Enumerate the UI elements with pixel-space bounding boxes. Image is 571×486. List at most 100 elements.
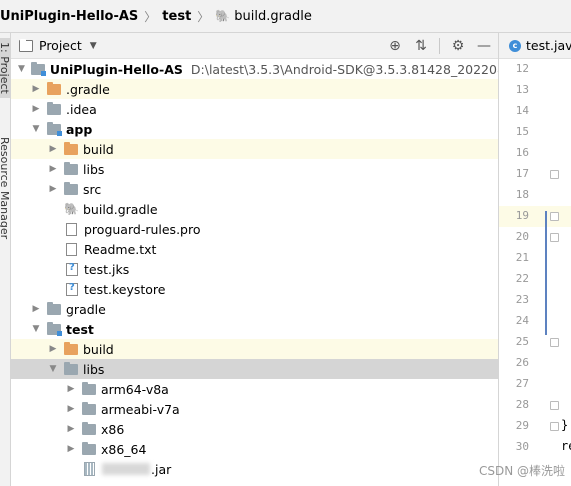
unknown-file-icon	[66, 282, 78, 296]
tree-row-armeabi[interactable]: ▶ armeabi-v7a	[11, 399, 498, 419]
code-text[interactable]: re	[561, 439, 571, 453]
folder-icon	[82, 441, 96, 455]
gutter-line: 19	[499, 206, 571, 227]
expand-arrow-icon: ▼	[49, 364, 57, 374]
gutter-line: 18	[499, 185, 571, 206]
project-title: Project	[39, 38, 82, 53]
gutter-line: 27	[499, 374, 571, 395]
tree-row-root[interactable]: ▼ UniPlugin-Hello-AS D:\latest\3.5.3\And…	[11, 59, 498, 79]
minimize-icon[interactable]: —	[476, 38, 492, 54]
line-number: 22	[515, 272, 529, 285]
text-file-icon	[66, 222, 77, 236]
fold-marker-icon[interactable]	[550, 233, 559, 242]
collapse-arrow-icon: ▶	[67, 404, 75, 414]
collapse-all-icon[interactable]: ⇅	[413, 38, 429, 54]
line-number: 23	[515, 293, 529, 306]
tree-label: armeabi-v7a	[101, 401, 180, 417]
tree-row-app-build[interactable]: ▶ build	[11, 139, 498, 159]
fold-marker-icon[interactable]	[550, 338, 559, 347]
gutter-line: 25	[499, 332, 571, 353]
folder-icon	[47, 301, 61, 315]
collapse-arrow-icon: ▶	[49, 144, 57, 154]
editor-tab[interactable]: c test.java	[499, 33, 571, 59]
line-number: 21	[515, 251, 529, 264]
line-number: 29	[515, 419, 529, 432]
folder-icon	[47, 101, 61, 115]
fold-marker-icon[interactable]	[550, 170, 559, 179]
tree-row-gradle[interactable]: ▶ gradle	[11, 299, 498, 319]
java-class-icon: c	[509, 39, 521, 52]
editor-pane: c test.java 12 13 14 15 16 17 18 19 20 21 22 23 24 25…	[498, 33, 571, 486]
editor-tab-label: test.java	[526, 38, 571, 53]
line-number: 15	[515, 125, 529, 138]
folder-icon	[64, 181, 78, 195]
breadcrumb: UniPlugin-Hello-AS 〉 test 〉 🐘 build.grad…	[0, 0, 571, 33]
folder-icon	[82, 421, 96, 435]
tree-row-arm64[interactable]: ▶ arm64-v8a	[11, 379, 498, 399]
tree-label: test	[66, 321, 94, 337]
line-number: 16	[515, 146, 529, 159]
gutter-line: 20	[499, 227, 571, 248]
fold-marker-icon[interactable]	[550, 212, 559, 221]
tree-row-readme[interactable]: Readme.txt	[11, 239, 498, 259]
tree-row-app[interactable]: ▼ app	[11, 119, 498, 139]
breadcrumb-file[interactable]: 🐘 build.gradle	[215, 9, 312, 24]
tool-window-strip: 1: Project Resource Manager	[0, 33, 11, 486]
tree-label: build	[83, 341, 114, 357]
gutter-line: 29}	[499, 416, 571, 437]
gutter-line: 22	[499, 269, 571, 290]
collapse-arrow-icon: ▶	[49, 164, 57, 174]
tree-row-app-build-gradle[interactable]: 🐘 build.gradle	[11, 199, 498, 219]
tab-resource-manager[interactable]: Resource Manager	[0, 133, 10, 243]
text-file-icon	[66, 242, 77, 256]
tree-row-gradle-hidden[interactable]: ▶ .gradle	[11, 79, 498, 99]
gear-icon[interactable]: ⚙	[450, 38, 466, 54]
fold-marker-icon[interactable]	[550, 422, 559, 431]
collapse-arrow-icon: ▶	[32, 84, 40, 94]
tree-label: libs	[83, 361, 105, 377]
tree-row-test-keystore[interactable]: test.keystore	[11, 279, 498, 299]
folder-icon	[64, 161, 78, 175]
tree-row-test-libs[interactable]: ▼ libs	[11, 359, 498, 379]
excluded-folder-icon	[64, 341, 78, 355]
tree-label: test.keystore	[84, 281, 166, 297]
folder-icon	[82, 401, 96, 415]
project-window-icon	[19, 38, 33, 52]
locate-crosshair-icon[interactable]: ⊕	[387, 38, 403, 54]
tree-label: .idea	[66, 101, 97, 117]
line-number: 26	[515, 356, 529, 369]
tree-row-test-jks[interactable]: test.jks	[11, 259, 498, 279]
tree-label: gradle	[66, 301, 106, 317]
code-text[interactable]: }	[561, 418, 568, 432]
tree-label: test.jks	[84, 261, 130, 277]
tree-label: proguard-rules.pro	[84, 221, 201, 237]
tree-row-app-src[interactable]: ▶ src	[11, 179, 498, 199]
excluded-folder-icon	[47, 81, 61, 95]
gutter-line: 26	[499, 353, 571, 374]
tree-row-proguard[interactable]: proguard-rules.pro	[11, 219, 498, 239]
tab-project[interactable]: 1: Project	[0, 38, 10, 98]
fold-marker-icon[interactable]	[550, 401, 559, 410]
tree-row-x86[interactable]: ▶ x86	[11, 419, 498, 439]
line-number: 20	[515, 230, 529, 243]
project-view-selector[interactable]: Project ▼	[19, 38, 97, 53]
tree-row-app-libs[interactable]: ▶ libs	[11, 159, 498, 179]
breadcrumb-project[interactable]: UniPlugin-Hello-AS	[0, 9, 138, 24]
tree-label: build.gradle	[83, 201, 158, 217]
tree-row-test-build[interactable]: ▶ build	[11, 339, 498, 359]
chevron-down-icon: ▼	[89, 40, 97, 51]
line-number: 13	[515, 83, 529, 96]
gutter-line: 17	[499, 164, 571, 185]
breadcrumb-file-label: build.gradle	[234, 8, 312, 24]
tree-row-jar[interactable]: .jar	[11, 459, 498, 479]
tree-row-test[interactable]: ▼ test	[11, 319, 498, 339]
module-folder-icon	[47, 121, 62, 136]
unknown-file-icon	[66, 262, 78, 276]
collapse-arrow-icon: ▶	[67, 424, 75, 434]
line-number: 28	[515, 398, 529, 411]
module-folder-icon	[47, 321, 62, 336]
breadcrumb-folder[interactable]: test	[162, 9, 191, 24]
tree-row-x86-64[interactable]: ▶ x86_64	[11, 439, 498, 459]
tree-row-idea[interactable]: ▶ .idea	[11, 99, 498, 119]
tree-root-path: D:\latest\3.5.3\Android-SDK@3.5.3.81428_…	[190, 61, 498, 77]
